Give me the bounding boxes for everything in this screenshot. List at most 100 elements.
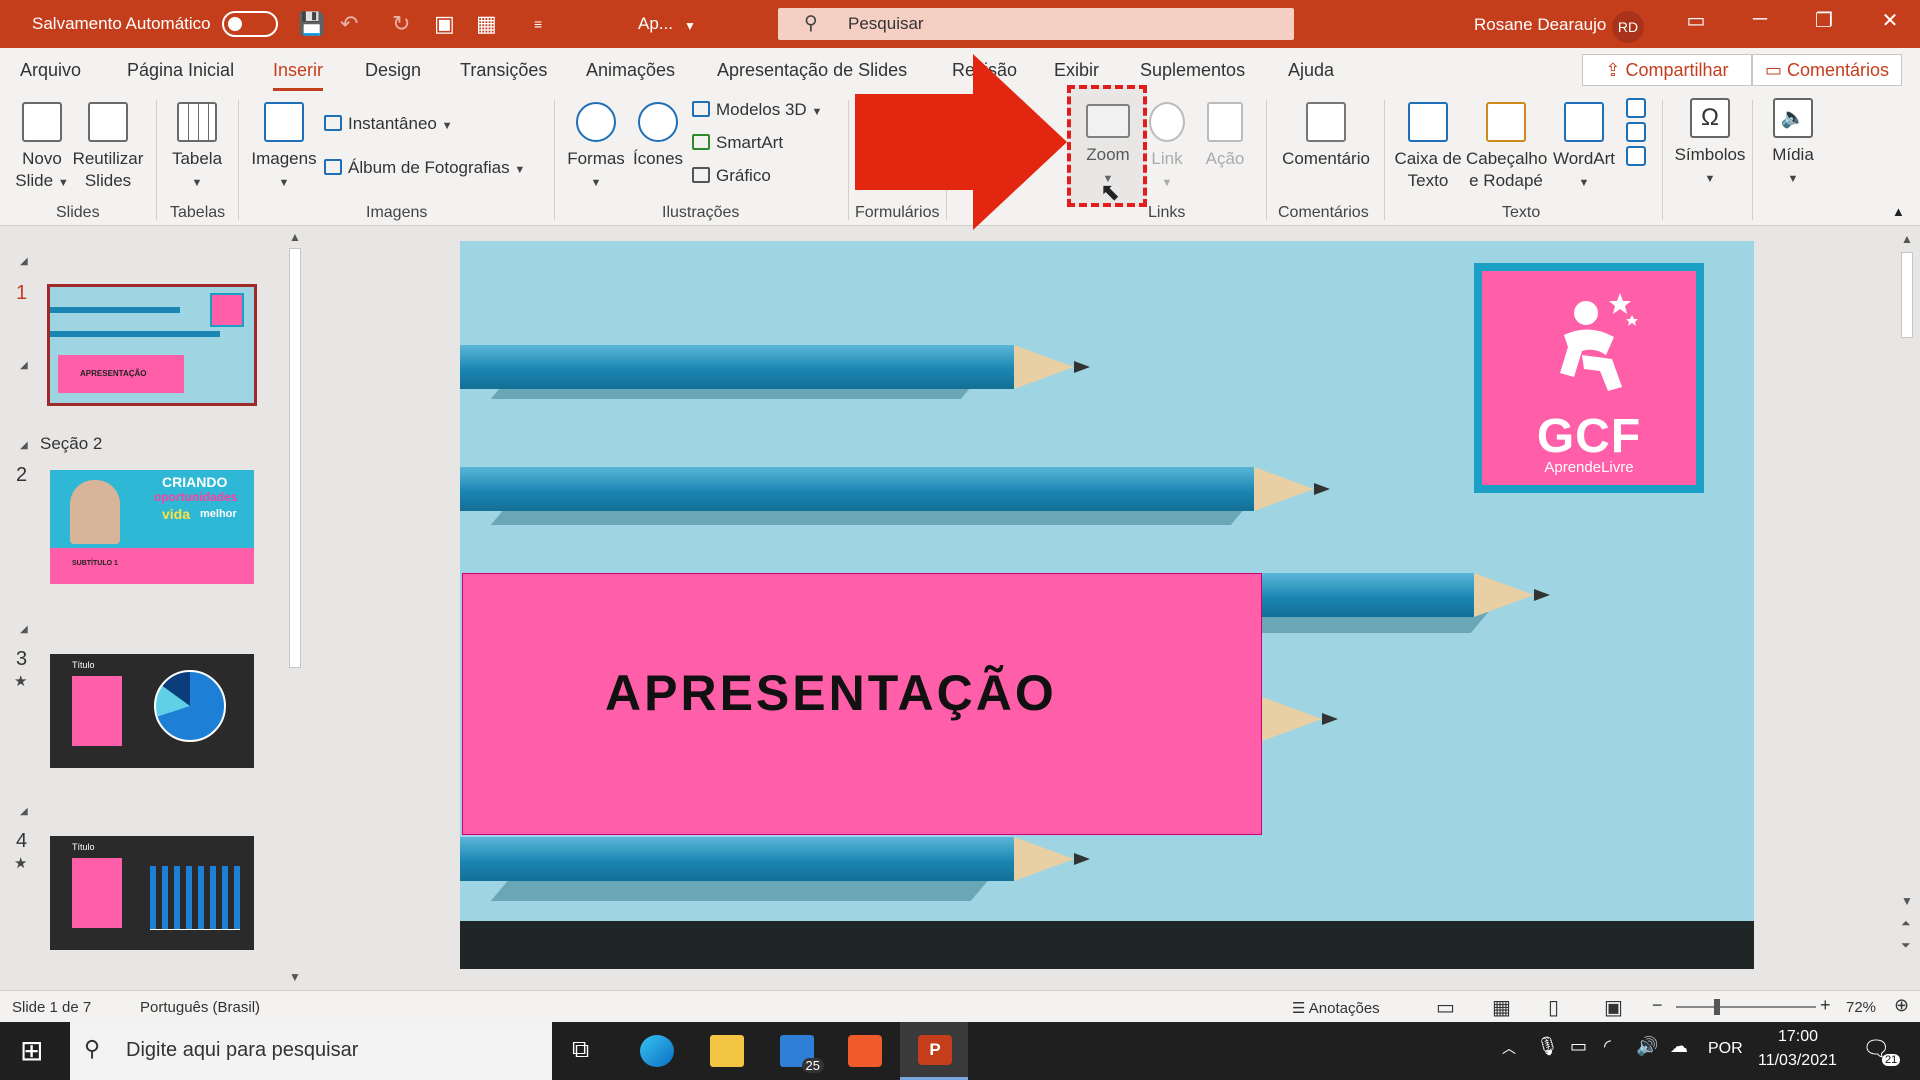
comment-button[interactable]: Comentário bbox=[1276, 102, 1376, 170]
scroll-up-icon[interactable]: ▲ bbox=[1901, 232, 1913, 246]
tab-animacoes[interactable]: Animações bbox=[586, 60, 675, 81]
edge-icon[interactable] bbox=[640, 1035, 674, 1067]
zoom-out-icon[interactable]: − bbox=[1652, 995, 1663, 1016]
input-language[interactable]: POR bbox=[1708, 1040, 1743, 1058]
section-collapse-icon[interactable]: ◢ bbox=[20, 256, 28, 267]
table-button[interactable]: Tabela ▼ bbox=[165, 102, 229, 194]
customize-qat-icon[interactable]: ≡ bbox=[534, 10, 542, 38]
scroll-down-icon[interactable]: ▼ bbox=[1901, 894, 1913, 908]
mail-icon[interactable]: 25 bbox=[780, 1035, 824, 1073]
slide-scrollbar[interactable]: ▲ ▼ ⏶ ⏷ bbox=[1898, 232, 1916, 990]
tab-arquivo[interactable]: Arquivo bbox=[20, 60, 81, 81]
scroll-down-icon[interactable]: ▼ bbox=[289, 970, 301, 984]
fit-slide-icon[interactable]: ⊕ bbox=[1894, 995, 1909, 1016]
slide-title[interactable]: APRESENTAÇÃO bbox=[605, 664, 1057, 722]
reuse-slides-button[interactable]: Reutilizar Slides bbox=[72, 102, 144, 192]
search-input[interactable]: ⚲ Pesquisar bbox=[778, 8, 1294, 40]
section-label[interactable]: Seção 2 bbox=[40, 434, 102, 454]
slide-thumbnail-3[interactable]: Título bbox=[50, 654, 254, 768]
tab-ajuda[interactable]: Ajuda bbox=[1288, 60, 1334, 81]
section-collapse-icon[interactable]: ◢ bbox=[20, 624, 28, 635]
chevron-up-icon[interactable]: ︿ bbox=[1502, 1038, 1516, 1058]
next-slide-icon[interactable]: ⏷ bbox=[1901, 938, 1911, 953]
scroll-up-icon[interactable]: ▲ bbox=[289, 230, 301, 244]
3d-models-button[interactable]: Modelos 3D ▼ bbox=[692, 100, 822, 120]
tab-pagina-inicial[interactable]: Página Inicial bbox=[127, 60, 234, 81]
slide-thumbnail-2[interactable]: CRIANDO oportunidades vida melhor SUBTÍT… bbox=[50, 470, 254, 584]
action-button[interactable]: Ação bbox=[1200, 102, 1250, 170]
language-indicator[interactable]: Português (Brasil) bbox=[140, 999, 260, 1016]
icons-button[interactable]: Ícones bbox=[628, 102, 688, 170]
textbox-button[interactable]: Caixa de Texto bbox=[1394, 102, 1462, 192]
scrollbar-thumb[interactable] bbox=[1901, 252, 1913, 338]
undo-icon[interactable]: ↶ bbox=[340, 10, 358, 38]
chevron-down-icon[interactable]: ▼ bbox=[684, 12, 696, 40]
wifi-icon[interactable]: ◜ bbox=[1604, 1036, 1611, 1057]
tab-design[interactable]: Design bbox=[365, 60, 421, 81]
zoom-slider-thumb[interactable] bbox=[1714, 999, 1720, 1015]
comments-button[interactable]: ▭ Comentários bbox=[1752, 54, 1902, 86]
slide-canvas[interactable]: APRESENTAÇÃO GCF AprendeLivre bbox=[460, 241, 1754, 969]
windows-start-icon[interactable]: ⊞ bbox=[20, 1034, 43, 1067]
present-icon[interactable]: ▣ bbox=[434, 10, 455, 38]
title-placeholder[interactable]: APRESENTAÇÃO bbox=[462, 573, 1262, 835]
onedrive-icon[interactable]: ☁ bbox=[1670, 1036, 1688, 1057]
layout-icon[interactable]: ▦ bbox=[476, 10, 497, 38]
slide-sorter-icon[interactable]: ▦ bbox=[1492, 995, 1511, 1020]
images-button[interactable]: Imagens ▼ bbox=[248, 102, 320, 194]
slideshow-icon[interactable]: ▣ bbox=[1604, 995, 1623, 1020]
notes-button[interactable]: ☰ Anotações bbox=[1292, 999, 1380, 1017]
autosave-toggle[interactable] bbox=[222, 11, 278, 37]
symbols-button[interactable]: Ω Símbolos ▼ bbox=[1672, 98, 1748, 190]
thumbnails-scrollbar[interactable]: ▲ ▼ bbox=[286, 230, 304, 990]
previous-slide-icon[interactable]: ⏶ bbox=[1901, 916, 1911, 931]
shapes-button[interactable]: Formas ▼ bbox=[564, 102, 628, 194]
redo-icon[interactable]: ↻ bbox=[392, 10, 410, 38]
minimize-icon[interactable]: ─ bbox=[1740, 8, 1780, 31]
collapse-ribbon-icon[interactable]: ▲ bbox=[1892, 204, 1905, 219]
tab-suplementos[interactable]: Suplementos bbox=[1140, 60, 1245, 81]
section-collapse-icon[interactable]: ◢ bbox=[20, 806, 28, 817]
section-collapse-icon[interactable]: ◢ bbox=[20, 440, 28, 451]
logo-frame[interactable]: GCF AprendeLivre bbox=[1474, 263, 1704, 493]
smartart-button[interactable]: SmartArt bbox=[692, 133, 783, 153]
ribbon-display-icon[interactable]: ▭ bbox=[1676, 8, 1716, 33]
share-button[interactable]: ⇪ Compartilhar bbox=[1582, 54, 1752, 86]
zoom-in-icon[interactable]: + bbox=[1820, 995, 1831, 1016]
media-button[interactable]: 🔈 Mídia ▼ bbox=[1762, 98, 1824, 190]
chart-button[interactable]: Gráfico bbox=[692, 166, 771, 186]
close-icon[interactable]: ✕ bbox=[1870, 8, 1910, 33]
tab-transicoes[interactable]: Transições bbox=[460, 60, 547, 81]
powerpoint-taskbar-button[interactable]: P bbox=[900, 1022, 968, 1080]
date-time-button[interactable] bbox=[1624, 98, 1648, 172]
scrollbar-thumb[interactable] bbox=[289, 248, 301, 668]
normal-view-icon[interactable]: ▭ bbox=[1436, 995, 1455, 1020]
user-name[interactable]: Rosane Dearaujo bbox=[1474, 15, 1606, 35]
clock-date[interactable]: 11/03/2021 bbox=[1758, 1052, 1837, 1070]
document-name[interactable]: Ap... bbox=[638, 14, 673, 34]
reading-view-icon[interactable]: ▯ bbox=[1548, 995, 1559, 1020]
file-explorer-icon[interactable] bbox=[710, 1035, 744, 1067]
header-footer-button[interactable]: Cabeçalho e Rodapé bbox=[1466, 102, 1547, 192]
slide-thumbnail-1[interactable]: APRESENTAÇÃO bbox=[47, 284, 257, 406]
volume-icon[interactable]: 🔊 bbox=[1636, 1036, 1658, 1057]
restore-icon[interactable]: ❐ bbox=[1804, 8, 1844, 33]
microphone-icon[interactable]: 🎙 bbox=[1536, 1036, 1559, 1057]
link-button[interactable]: Link ▼ bbox=[1146, 102, 1188, 194]
zoom-level[interactable]: 72% bbox=[1846, 999, 1876, 1016]
clock-time[interactable]: 17:00 bbox=[1778, 1028, 1818, 1046]
tab-inserir[interactable]: Inserir bbox=[273, 60, 324, 91]
task-view-icon[interactable]: ⧉ bbox=[572, 1036, 589, 1064]
photo-album-button[interactable]: Álbum de Fotografias ▼ bbox=[324, 158, 525, 178]
save-icon[interactable]: 💾 bbox=[298, 10, 325, 38]
zoom-slider[interactable] bbox=[1676, 1006, 1816, 1008]
slide-thumbnail-4[interactable]: Título bbox=[50, 836, 254, 950]
app-icon[interactable] bbox=[848, 1035, 882, 1067]
taskbar-search-input[interactable]: ⚲ Digite aqui para pesquisar bbox=[70, 1022, 552, 1080]
section-collapse-icon[interactable]: ◢ bbox=[20, 360, 28, 371]
wordart-button[interactable]: WordArt ▼ bbox=[1548, 102, 1620, 194]
avatar[interactable]: RD bbox=[1612, 11, 1644, 43]
new-slide-button[interactable]: Novo Slide ▼ bbox=[12, 102, 72, 194]
battery-icon[interactable]: ▭ bbox=[1570, 1036, 1587, 1057]
screenshot-button[interactable]: Instantâneo ▼ bbox=[324, 114, 452, 134]
